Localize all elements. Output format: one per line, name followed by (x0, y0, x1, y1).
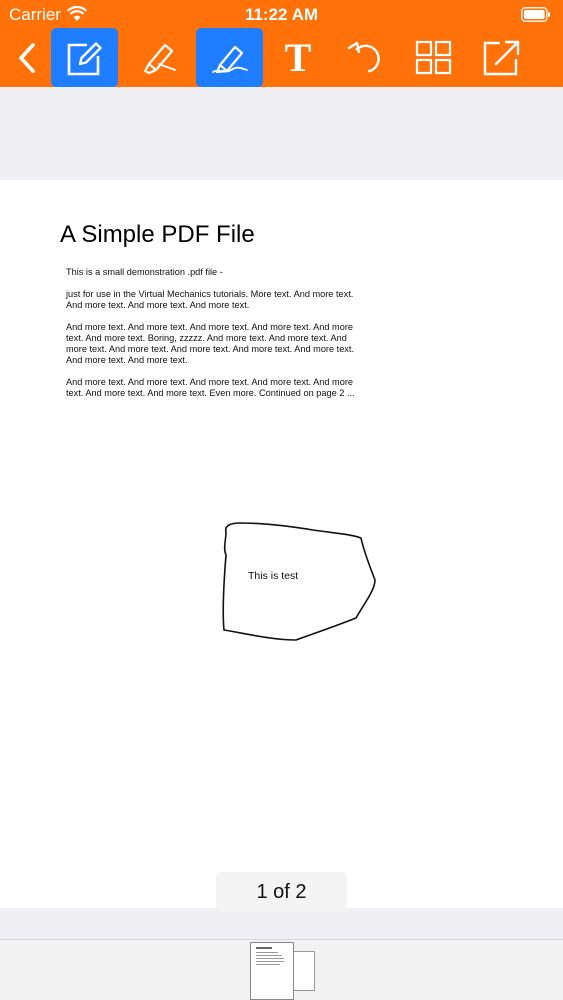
pen-icon (211, 45, 248, 73)
share-button[interactable] (474, 28, 530, 87)
highlighter-tool-button[interactable] (126, 28, 190, 87)
thumbnail-line (256, 964, 280, 965)
page-thumbnail-1[interactable] (250, 942, 294, 1000)
document-paragraph: This is a small demonstration .pdf file … (66, 267, 223, 277)
back-button[interactable] (8, 28, 46, 87)
text-tool-icon: T (284, 34, 312, 80)
thumbnail-line (256, 947, 272, 949)
undo-icon (347, 41, 380, 72)
top-header: Carrier 11:22 AM T (0, 0, 563, 87)
status-time: 11:22 AM (244, 5, 319, 24)
grid-icon (415, 40, 452, 74)
document-title: A Simple PDF File (60, 221, 255, 248)
share-icon (483, 40, 520, 75)
edit-pencil-icon (67, 41, 102, 75)
annotation-toolbar: T (0, 28, 563, 87)
pen-tool-button[interactable] (196, 28, 263, 87)
document-paragraph: just for use in the Virtual Mechanics tu… (66, 289, 354, 310)
text-tool-button[interactable]: T (270, 28, 326, 87)
pdf-page[interactable]: A Simple PDF File This is a small demons… (0, 180, 563, 908)
viewer-background (0, 87, 563, 180)
highlighter-icon (143, 43, 176, 74)
thumbnail-line (256, 955, 282, 956)
thumbnail-strip (0, 940, 563, 1000)
thumbnail-line (256, 958, 284, 959)
document-paragraph: And more text. And more text. And more t… (66, 322, 355, 365)
freehand-annotation-shape[interactable] (218, 520, 380, 644)
status-bar: Carrier 11:22 AM (0, 0, 563, 28)
edit-tool-button[interactable] (51, 28, 118, 87)
thumbnail-line (256, 961, 284, 962)
page-indicator: 1 of 2 (216, 872, 347, 912)
annotation-text[interactable]: This is test (248, 570, 298, 582)
battery-icon (521, 7, 550, 22)
thumbnail-line (256, 952, 278, 953)
document-paragraph: And more text. And more text. And more t… (66, 377, 355, 398)
back-chevron-icon (19, 42, 35, 73)
undo-button[interactable] (338, 28, 394, 87)
grid-view-button[interactable] (406, 28, 462, 87)
